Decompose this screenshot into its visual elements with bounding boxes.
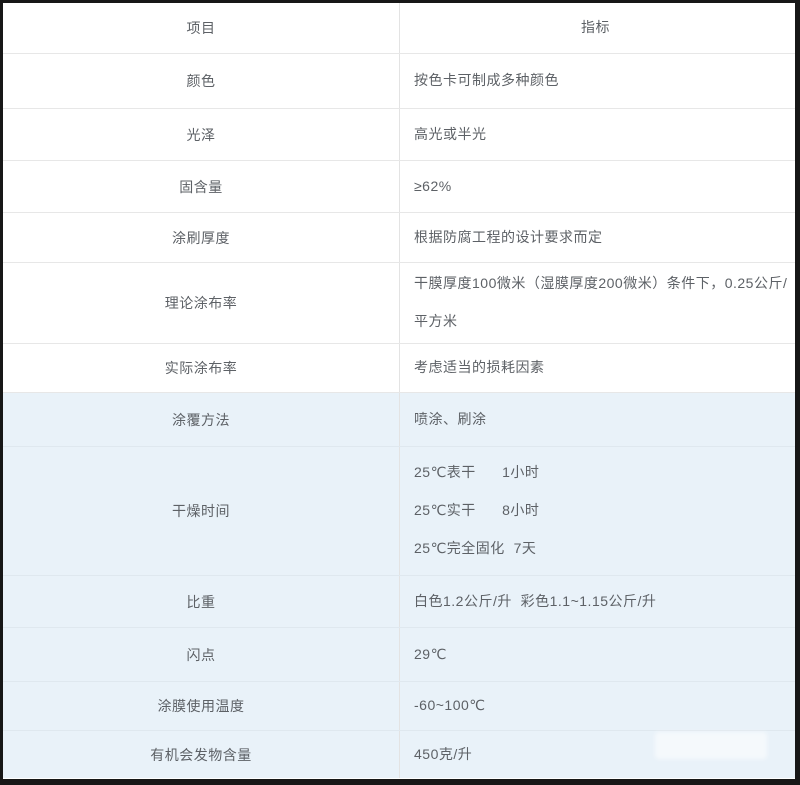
table-row: 涂覆方法 喷涂、刷涂 xyxy=(3,392,795,446)
row-label: 比重 xyxy=(3,576,400,627)
row-label: 颜色 xyxy=(3,54,400,108)
row-value: 25℃表干 1小时 25℃实干 8小时 25℃完全固化 7天 xyxy=(400,447,795,575)
row-value: 按色卡可制成多种颜色 xyxy=(400,54,795,108)
table-header-row: 项目 指标 xyxy=(3,3,795,53)
row-value: 根据防腐工程的设计要求而定 xyxy=(400,213,795,262)
row-value: 29℃ xyxy=(400,628,795,681)
row-value: ≥62% xyxy=(400,161,795,212)
row-value: 喷涂、刷涂 xyxy=(400,393,795,446)
row-value: 白色1.2公斤/升 彩色1.1~1.15公斤/升 xyxy=(400,576,795,627)
row-label: 有机会发物含量 xyxy=(3,731,400,778)
row-value: 干膜厚度100微米（湿膜厚度200微米）条件下，0.25公斤/ 平方米 xyxy=(400,263,795,343)
table-row: 有机会发物含量 450克/升 xyxy=(3,730,795,778)
row-label: 实际涂布率 xyxy=(3,344,400,392)
table-row: 固含量 ≥62% xyxy=(3,160,795,212)
row-label: 干燥时间 xyxy=(3,447,400,575)
spec-table-frame: 项目 指标 颜色 按色卡可制成多种颜色 光泽 高光或半光 固含量 ≥62% 涂刷… xyxy=(0,0,800,785)
table-row: 颜色 按色卡可制成多种颜色 xyxy=(3,53,795,108)
row-label: 光泽 xyxy=(3,109,400,160)
row-label: 涂刷厚度 xyxy=(3,213,400,262)
row-value: -60~100℃ xyxy=(400,682,795,730)
row-label: 理论涂布率 xyxy=(3,263,400,343)
row-value: 考虑适当的损耗因素 xyxy=(400,344,795,392)
table-row: 实际涂布率 考虑适当的损耗因素 xyxy=(3,343,795,392)
row-label: 涂覆方法 xyxy=(3,393,400,446)
row-label: 涂膜使用温度 xyxy=(3,682,400,730)
table-row: 干燥时间 25℃表干 1小时 25℃实干 8小时 25℃完全固化 7天 xyxy=(3,446,795,575)
row-label: 固含量 xyxy=(3,161,400,212)
table-row: 涂膜使用温度 -60~100℃ xyxy=(3,681,795,730)
table-row: 理论涂布率 干膜厚度100微米（湿膜厚度200微米）条件下，0.25公斤/ 平方… xyxy=(3,262,795,343)
table-row: 光泽 高光或半光 xyxy=(3,108,795,160)
row-label: 闪点 xyxy=(3,628,400,681)
header-item-label: 项目 xyxy=(3,3,400,53)
row-value: 高光或半光 xyxy=(400,109,795,160)
row-value: 450克/升 xyxy=(400,731,795,778)
table-row: 比重 白色1.2公斤/升 彩色1.1~1.15公斤/升 xyxy=(3,575,795,627)
table-row: 闪点 29℃ xyxy=(3,627,795,681)
table-row: 涂刷厚度 根据防腐工程的设计要求而定 xyxy=(3,212,795,262)
spec-table: 项目 指标 颜色 按色卡可制成多种颜色 光泽 高光或半光 固含量 ≥62% 涂刷… xyxy=(3,3,795,779)
header-spec-label: 指标 xyxy=(400,3,795,53)
